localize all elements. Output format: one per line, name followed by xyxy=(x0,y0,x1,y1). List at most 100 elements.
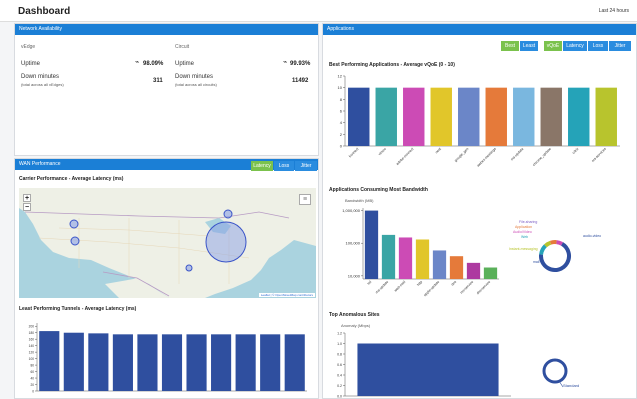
network-availability-header: Network Availability xyxy=(15,24,318,35)
bar xyxy=(485,87,507,146)
bar xyxy=(39,331,60,391)
bar xyxy=(483,267,498,279)
wan-performance-panel: WAN Performance Latency Loss Jitter Carr… xyxy=(14,158,319,399)
trend-icon: ⌁ xyxy=(283,59,288,66)
y-tick-label: 0.4 xyxy=(337,374,342,378)
x-tick-label: webex-meetings xyxy=(476,147,497,168)
map-layers-icon[interactable]: ≡ xyxy=(299,194,311,205)
bar xyxy=(260,334,281,391)
x-tick-label: ssl xyxy=(366,280,372,286)
best-apps-chart: 0 2 4 6 8 10 12 konnect vimeo adobe-connect nest go… xyxy=(338,74,620,168)
x-tick-label: ms-update xyxy=(375,280,390,295)
x-tick-label: nest xyxy=(434,147,442,155)
x-tick-label: apple-update xyxy=(423,280,440,297)
x-tick-label: ms-services xyxy=(591,147,607,163)
x-tick-label: citrix xyxy=(572,147,580,155)
vedge-uptime-value: 98.09% xyxy=(143,61,164,67)
tunnels-chart-title: Least Performing Tunnels - Average Laten… xyxy=(19,306,137,312)
site-marker xyxy=(69,219,79,229)
circuit-down-label: Down minutes xyxy=(175,74,214,80)
y-tick-label: 8 xyxy=(340,97,343,102)
loss-button[interactable]: Loss xyxy=(588,41,608,51)
vedge-down-value: 311 xyxy=(153,78,163,84)
bar xyxy=(375,87,397,146)
bar xyxy=(398,237,413,279)
bandwidth-ylabel: Bandwidth (MB) xyxy=(345,198,374,203)
top-bar: Dashboard Last 24 hours xyxy=(0,0,637,22)
x-tick-label: http xyxy=(416,280,423,287)
anomaly-ylabel: Anomaly (Mbps) xyxy=(341,323,371,328)
bar xyxy=(88,333,109,391)
best-button[interactable]: Best xyxy=(501,41,519,51)
x-tick-label: ms-service xyxy=(459,280,474,295)
donut-label: Instant-messaging xyxy=(509,247,538,251)
y-tick-label: 1.0 xyxy=(337,342,342,346)
latency-button[interactable]: Latency xyxy=(563,41,587,51)
site-marker xyxy=(205,221,247,263)
site-marker xyxy=(223,209,233,219)
map-attribution: Leaflet | © OpenStreetMap contributors xyxy=(258,293,315,297)
bar xyxy=(284,334,305,391)
bar xyxy=(364,210,379,279)
bandwidth-title: Applications Consuming Most Bandwidth xyxy=(329,187,428,193)
y-tick-label: 0 xyxy=(32,390,34,394)
y-tick-label: 10,000 xyxy=(348,273,361,278)
wan-latency-button[interactable]: Latency xyxy=(251,161,273,171)
y-tick-label: 1.2 xyxy=(337,332,342,336)
bar xyxy=(211,334,232,391)
y-tick-label: 160 xyxy=(29,338,35,342)
donut-label: Audio/Video xyxy=(513,230,532,234)
site-marker xyxy=(185,264,193,272)
tunnels-chart: 0 20 40 60 80 100 120 140 160 180 200 xyxy=(29,323,307,394)
y-tick-label: 0.6 xyxy=(337,363,342,367)
anomalous-title: Top Anomalous Sites xyxy=(329,312,380,318)
donut-label: audio-video xyxy=(583,234,602,238)
circuit-down-value: 11492 xyxy=(292,78,309,84)
applications-panel: Applications Best Least vQoE Latency Los… xyxy=(322,23,637,399)
jitter-button[interactable]: Jitter xyxy=(609,41,631,51)
donut-label: Application xyxy=(515,225,533,229)
bar xyxy=(348,87,370,146)
wan-jitter-button[interactable]: Jitter xyxy=(295,161,317,171)
bar xyxy=(63,332,84,391)
time-range[interactable]: Last 24 hours xyxy=(599,8,629,14)
map-zoom-out-button[interactable]: − xyxy=(23,203,31,211)
y-tick-label: 2 xyxy=(340,132,343,137)
x-tick-label: vimeo xyxy=(378,147,387,156)
page-title: Dashboard xyxy=(18,6,71,17)
bar xyxy=(235,334,256,391)
y-tick-label: 120 xyxy=(29,351,35,355)
circuit-uptime-value: 99.93% xyxy=(290,61,311,67)
y-tick-label: 100,000 xyxy=(346,241,361,246)
y-tick-label: 0.0 xyxy=(337,395,342,399)
wan-loss-button[interactable]: Loss xyxy=(274,161,294,171)
circuit-label: Circuit xyxy=(175,44,190,50)
donut-label: Web xyxy=(521,235,529,239)
site-marker xyxy=(70,236,80,246)
network-availability-panel: Network Availability vEdge Uptime ⌁ 98.0… xyxy=(14,23,319,156)
vedge-down-label: Down minutes xyxy=(21,74,60,80)
best-apps-title: Best Performing Applications - Average v… xyxy=(329,62,455,68)
donut-label: File-sharing xyxy=(519,220,538,224)
applications-header: Applications xyxy=(323,24,636,35)
bar xyxy=(186,334,207,391)
x-tick-label: ms-update xyxy=(510,147,525,162)
least-button[interactable]: Least xyxy=(520,41,538,51)
bar xyxy=(568,87,590,146)
bar xyxy=(432,250,447,279)
x-tick-label: chrome_update xyxy=(532,147,552,167)
x-tick-label: dns-service xyxy=(476,280,492,296)
x-tick-label: dns xyxy=(450,280,457,287)
carrier-map-title: Carrier Performance - Average Latency (m… xyxy=(19,176,124,182)
vqoe-button[interactable]: vQoE xyxy=(544,41,562,51)
bar xyxy=(112,334,133,391)
circuit-down-sub: (total across all circuits) xyxy=(175,82,217,87)
y-tick-label: 40 xyxy=(30,377,34,381)
map-zoom-in-button[interactable]: + xyxy=(23,194,31,202)
y-tick-label: 80 xyxy=(30,364,34,368)
donut-label: mail xyxy=(533,260,540,264)
anomaly-chart: 0.0 0.2 0.4 0.6 0.8 1.0 1.2 xyxy=(337,332,511,399)
carrier-map[interactable]: + − ≡ Leaflet | © OpenStreetMap contribu… xyxy=(19,188,316,298)
x-tick-label: adobe-connect xyxy=(395,147,414,166)
y-tick-label: 60 xyxy=(30,370,34,374)
